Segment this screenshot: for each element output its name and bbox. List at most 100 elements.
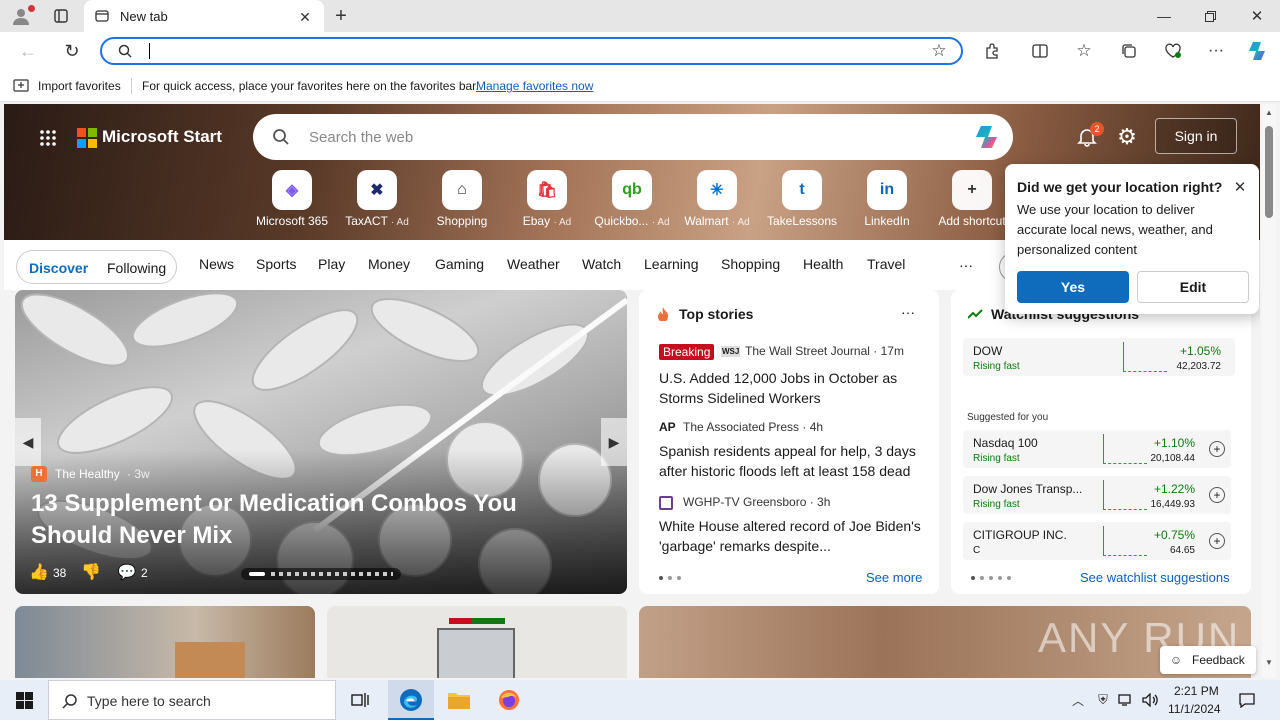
firefox-icon[interactable] xyxy=(496,688,522,712)
volume-icon[interactable] xyxy=(1141,690,1159,710)
nav-sports[interactable]: Sports xyxy=(256,256,296,272)
story-card[interactable] xyxy=(327,606,627,678)
takelessons-icon: t xyxy=(782,170,822,210)
location-edit-button[interactable]: Edit xyxy=(1137,271,1249,303)
favorites-star-icon[interactable]: ☆ xyxy=(1072,40,1096,62)
hero-story-card[interactable]: ◀ ▶ H The Healthy · 3w 13 Supplement or … xyxy=(15,290,627,594)
tab-discover[interactable]: Discover xyxy=(29,260,88,276)
feedback-button[interactable]: ☺ Feedback xyxy=(1160,646,1256,674)
more-options-icon[interactable]: ··· xyxy=(1204,40,1228,62)
plus-icon: + xyxy=(952,170,992,210)
scroll-up-arrow-icon[interactable]: ▲ xyxy=(1265,108,1273,117)
security-tray-icon[interactable]: ⛨ xyxy=(1094,690,1112,710)
back-arrow-icon[interactable]: ← xyxy=(16,40,40,62)
edge-taskbar-button[interactable] xyxy=(388,680,434,720)
more-categories-icon[interactable]: ··· xyxy=(959,257,973,273)
clock-time[interactable]: 2:21 PM xyxy=(1174,684,1219,698)
close-window-icon[interactable]: ✕ xyxy=(1245,6,1269,26)
split-screen-icon[interactable] xyxy=(1028,40,1052,62)
see-more-link[interactable]: See more xyxy=(866,570,922,585)
tab-following[interactable]: Following xyxy=(107,260,166,276)
add-to-watchlist-icon[interactable]: + xyxy=(1209,533,1225,549)
import-favorites-link[interactable]: Import favorites xyxy=(38,79,121,93)
nav-news[interactable]: News xyxy=(199,256,234,272)
restore-icon[interactable] xyxy=(1198,6,1222,26)
taskbar-search-box[interactable]: Type here to search xyxy=(48,680,336,720)
tab-new-tab[interactable]: New tab ✕ xyxy=(84,0,324,32)
quick-link-linkedin[interactable]: in LinkedIn xyxy=(845,170,929,228)
tab-title: New tab xyxy=(120,9,168,24)
watchlist-row[interactable]: CITIGROUP INC. C +0.75% 64.65 + xyxy=(963,522,1231,560)
favorite-page-star-icon[interactable]: ☆ xyxy=(928,41,950,61)
tab-actions-icon[interactable] xyxy=(50,6,72,26)
app-launcher-icon[interactable] xyxy=(36,126,60,150)
watchlist-row[interactable]: Dow Jones Transp... Rising fast +1.22% 16,4… xyxy=(963,476,1231,514)
dislike-icon[interactable]: 👎 xyxy=(81,562,101,582)
quick-link-takelessons[interactable]: t TakeLessons xyxy=(760,170,844,228)
web-search-box[interactable]: Search the web xyxy=(253,114,1013,160)
new-tab-plus-icon[interactable]: + xyxy=(330,5,352,27)
minimize-icon[interactable]: — xyxy=(1152,6,1176,26)
story-title[interactable]: U.S. Added 12,000 Jobs in October as Sto… xyxy=(659,368,921,408)
quick-link-add-shortcut[interactable]: + Add shortcut xyxy=(930,170,1014,228)
scroll-down-arrow-icon[interactable]: ▼ xyxy=(1265,658,1273,667)
manage-favorites-link[interactable]: Manage favorites now xyxy=(476,79,593,93)
nav-play[interactable]: Play xyxy=(318,256,345,272)
nav-watch[interactable]: Watch xyxy=(582,256,621,272)
carousel-next-icon[interactable]: ▶ xyxy=(601,418,627,466)
address-bar[interactable]: ☆ xyxy=(100,37,963,65)
nav-money[interactable]: Money xyxy=(368,256,410,272)
quick-link-taxact[interactable]: ✖ TaxACT · Ad xyxy=(335,170,419,228)
story-card[interactable] xyxy=(15,606,315,678)
notification-center-icon[interactable] xyxy=(1236,690,1258,710)
collections-icon[interactable] xyxy=(1117,40,1141,62)
story-title[interactable]: White House altered record of Joe Biden'… xyxy=(659,516,921,556)
favorites-bar-message: For quick access, place your favorites h… xyxy=(142,79,479,93)
settings-gear-icon[interactable]: ⚙ xyxy=(1114,124,1140,150)
show-hidden-icons-icon[interactable]: ︿ xyxy=(1070,690,1086,710)
nav-shopping[interactable]: Shopping xyxy=(721,256,780,272)
brand-name: Microsoft Start xyxy=(102,127,222,146)
see-watchlist-link[interactable]: See watchlist suggestions xyxy=(1080,570,1230,585)
network-icon[interactable] xyxy=(1117,690,1135,710)
location-yes-button[interactable]: Yes xyxy=(1017,271,1129,303)
nav-travel[interactable]: Travel xyxy=(867,256,905,272)
stock-name: Dow Jones Transp... xyxy=(973,482,1083,496)
nav-weather[interactable]: Weather xyxy=(507,256,560,272)
extensions-icon[interactable] xyxy=(980,40,1004,62)
quick-link-ebay[interactable]: 🛍 Ebay · Ad xyxy=(505,170,589,228)
quick-link-shopping[interactable]: ⌂ Shopping xyxy=(420,170,504,228)
top-stories-more-icon[interactable]: ··· xyxy=(901,304,915,320)
watchlist-row-dow[interactable]: DOW Rising fast +1.05% 42,203.72 xyxy=(963,338,1235,376)
copilot-search-icon[interactable] xyxy=(971,122,1003,152)
story-title[interactable]: Spanish residents appeal for help, 3 day… xyxy=(659,441,925,481)
scroll-thumb[interactable] xyxy=(1265,126,1273,218)
nav-learning[interactable]: Learning xyxy=(644,256,699,272)
close-popup-icon[interactable]: ✕ xyxy=(1231,178,1249,196)
like-icon[interactable]: 👍 xyxy=(29,562,49,582)
nav-health[interactable]: Health xyxy=(803,256,843,272)
add-to-watchlist-icon[interactable]: + xyxy=(1209,487,1225,503)
watchlist-row[interactable]: Nasdaq 100 Rising fast +1.10% 20,108.44 + xyxy=(963,430,1231,468)
quick-link-microsoft-365[interactable]: ◈ Microsoft 365 xyxy=(250,170,334,228)
file-explorer-icon[interactable] xyxy=(446,688,472,712)
package-image xyxy=(175,642,245,678)
quick-link-walmart[interactable]: ✳ Walmart · Ad xyxy=(675,170,759,228)
refresh-icon[interactable]: ↻ xyxy=(60,40,84,62)
sparkline xyxy=(1103,434,1147,464)
clock-date[interactable]: 11/1/2024 xyxy=(1168,702,1221,716)
browser-essentials-icon[interactable] xyxy=(1161,40,1185,62)
hero-title[interactable]: 13 Supplement or Medication Combos You S… xyxy=(31,488,601,552)
add-to-watchlist-icon[interactable]: + xyxy=(1209,441,1225,457)
wghp-logo xyxy=(659,496,673,510)
close-tab-icon[interactable]: ✕ xyxy=(296,8,314,26)
sign-in-button[interactable]: Sign in xyxy=(1155,118,1237,154)
task-view-icon[interactable] xyxy=(348,690,372,710)
copilot-icon[interactable] xyxy=(1245,38,1271,64)
page-scrollbar[interactable]: ▲ ▼ xyxy=(1262,104,1276,678)
nav-gaming[interactable]: Gaming xyxy=(435,256,484,272)
comment-icon[interactable]: 💬 xyxy=(117,562,137,582)
quick-link-quickbo[interactable]: qb Quickbo... · Ad xyxy=(590,170,674,228)
windows-start-icon[interactable] xyxy=(12,690,36,710)
carousel-prev-icon[interactable]: ◀ xyxy=(15,418,41,466)
